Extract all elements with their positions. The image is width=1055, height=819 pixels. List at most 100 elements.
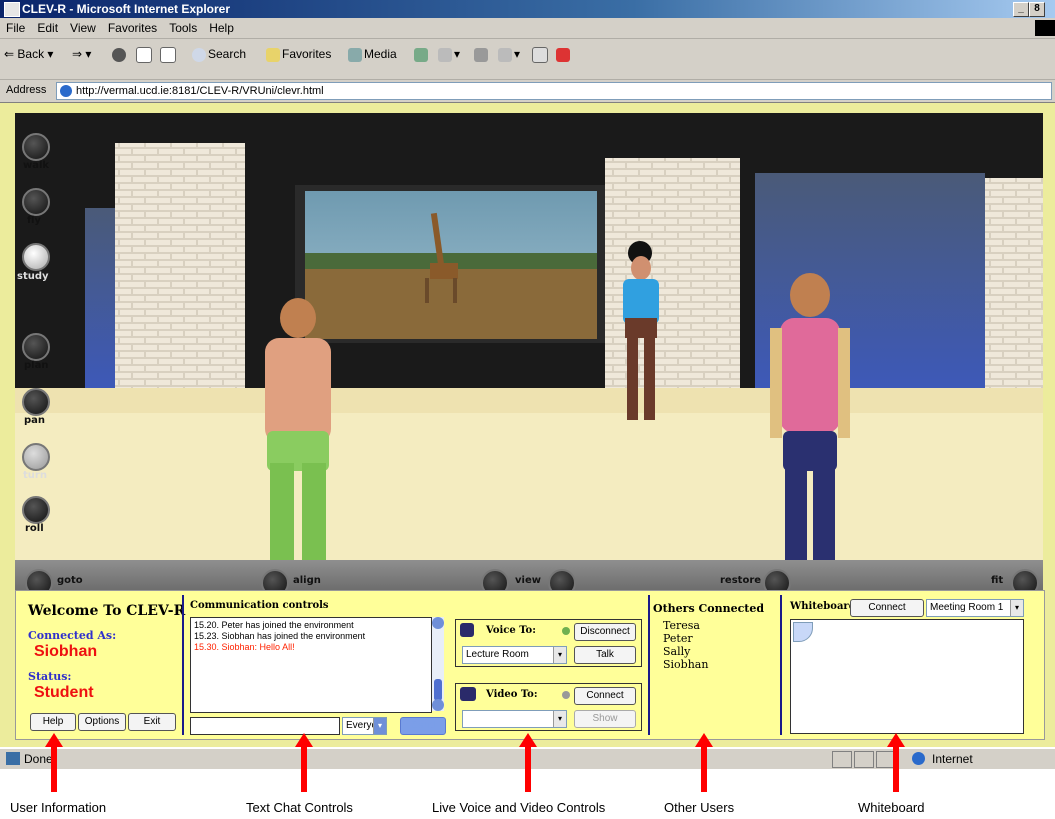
user-item: Peter — [663, 632, 693, 645]
status-text: Done — [24, 752, 53, 766]
voice-box: Voice To: Disconnect Lecture Room ▾ Talk — [455, 619, 642, 667]
chat-log[interactable]: 15.20. Peter has joined the environment … — [190, 617, 432, 713]
video-camera-icon — [460, 687, 476, 701]
turn-icon[interactable] — [22, 443, 50, 471]
disconnect-button[interactable]: Disconnect — [574, 623, 636, 641]
menu-favorites[interactable]: Favorites — [102, 18, 163, 38]
panel-divider — [648, 595, 650, 735]
talk-button[interactable]: Talk — [574, 646, 636, 664]
caption-whiteboard: Whiteboard — [858, 800, 925, 815]
media-button[interactable]: Media — [348, 47, 397, 62]
show-button[interactable]: Show — [574, 710, 636, 728]
chevron-down-icon[interactable]: ▾ — [373, 718, 386, 734]
browser-toolbar: ⇐ Back ▾ ⇒ ▾ Search Favorites Media ▾ ▾ — [0, 39, 1055, 80]
menu-view[interactable]: View — [64, 18, 102, 38]
user-item: Siobhan — [663, 658, 709, 671]
page-icon — [60, 85, 72, 98]
chat-message: 15.23. Siobhan has joined the environmen… — [194, 631, 366, 641]
roll-label: roll — [25, 523, 44, 534]
status-label: Status: — [28, 670, 72, 683]
others-list: Teresa Peter Sally Siobhan — [663, 619, 708, 671]
menu-tools[interactable]: Tools — [163, 18, 203, 38]
video-room-select[interactable]: ▾ — [462, 710, 567, 728]
stop-button[interactable] — [112, 47, 128, 62]
recipient-select[interactable]: Everyon ▾ — [342, 717, 387, 735]
whiteboard-tools-icon[interactable] — [793, 622, 813, 642]
send-button[interactable]: Send — [400, 717, 446, 735]
page-status-icon — [6, 752, 20, 765]
address-input[interactable]: http://vermal.ucd.ie:8181/CLEV-R/VRUni/c… — [56, 82, 1052, 100]
walk-icon[interactable] — [22, 133, 50, 161]
plan-icon[interactable] — [22, 333, 50, 361]
panel-divider — [182, 595, 184, 735]
search-icon — [192, 47, 206, 62]
refresh-button[interactable] — [136, 47, 154, 63]
home-icon — [160, 47, 176, 63]
print-button[interactable] — [474, 47, 490, 62]
chevron-down-icon[interactable]: ▾ — [553, 647, 566, 663]
virtual-environment-view[interactable]: walk fly study plan pan turn roll — [15, 113, 1043, 560]
panel-divider — [780, 595, 782, 735]
scroll-thumb[interactable] — [434, 679, 442, 701]
edit-button[interactable]: ▾ — [498, 47, 520, 62]
window-title: CLEV-R - Microsoft Internet Explorer — [22, 2, 231, 16]
arrow-head — [45, 733, 63, 747]
search-button[interactable]: Search — [192, 47, 246, 62]
video-connect-button[interactable]: Connect — [574, 687, 636, 705]
arrow-shaft — [701, 746, 707, 792]
whiteboard-canvas[interactable] — [790, 619, 1024, 734]
favorites-button[interactable]: Favorites — [266, 47, 331, 62]
forward-button[interactable]: ⇒ ▾ — [72, 47, 91, 61]
turn-label: turn — [23, 470, 47, 481]
back-arrow-icon: ⇐ — [4, 47, 15, 61]
whiteboard-label: Whiteboard — [790, 601, 856, 612]
menu-file[interactable]: File — [0, 18, 31, 38]
arrow-head — [887, 733, 905, 747]
voice-label: Voice To: — [486, 625, 536, 636]
options-button[interactable]: Options — [78, 713, 126, 731]
chat-input[interactable] — [190, 717, 340, 735]
goto-label: goto — [57, 575, 83, 586]
messenger-button[interactable] — [556, 47, 572, 62]
favorites-icon — [266, 47, 280, 62]
user-item: Teresa — [663, 619, 700, 632]
study-icon[interactable] — [22, 243, 50, 271]
arrow-shaft — [301, 746, 307, 792]
3d-scene — [15, 113, 1043, 560]
microphone-icon — [460, 623, 474, 637]
caption-user-information: User Information — [10, 800, 107, 815]
chat-message: 15.20. Peter has joined the environment — [194, 620, 354, 630]
mail-button[interactable]: ▾ — [438, 47, 460, 62]
restore-label: restore — [720, 575, 762, 586]
voice-room-select[interactable]: Lecture Room ▾ — [462, 646, 567, 664]
view-label: view — [515, 575, 541, 586]
back-button[interactable]: ⇐ Back ▾ — [4, 47, 53, 61]
windows-logo-icon — [1035, 20, 1055, 36]
home-button[interactable] — [160, 47, 178, 63]
chat-scrollbar[interactable] — [432, 617, 444, 711]
chevron-down-icon[interactable]: ▾ — [553, 711, 566, 727]
caption-voice-video: Live Voice and Video Controls — [432, 800, 606, 815]
pan-icon[interactable] — [22, 388, 50, 416]
whiteboard-connect-button[interactable]: Connect — [850, 599, 924, 617]
chat-message: 15.30. Siobhan: Hello All! — [194, 642, 295, 652]
fly-icon[interactable] — [22, 188, 50, 216]
history-button[interactable] — [414, 47, 430, 62]
address-label: Address — [6, 84, 47, 96]
chevron-down-icon[interactable]: ▾ — [1010, 600, 1023, 616]
help-button[interactable]: Help — [30, 713, 76, 731]
connected-as-value: Siobhan — [34, 643, 98, 660]
whiteboard-room-select[interactable]: Meeting Room 1 ▾ — [926, 599, 1024, 617]
menu-help[interactable]: Help — [203, 18, 240, 38]
menu-edit[interactable]: Edit — [31, 18, 64, 38]
discuss-button[interactable] — [532, 47, 550, 63]
scroll-up-icon[interactable] — [432, 617, 444, 629]
history-icon — [414, 47, 428, 62]
roll-icon[interactable] — [22, 496, 50, 524]
exit-button[interactable]: Exit — [128, 713, 176, 731]
minimize-button[interactable]: _ — [1013, 2, 1029, 17]
maximize-button[interactable]: 8 — [1029, 2, 1045, 17]
connected-as-label: Connected As: — [28, 629, 117, 642]
fit-label: fit — [991, 575, 1004, 586]
scroll-down-icon[interactable] — [432, 699, 444, 711]
